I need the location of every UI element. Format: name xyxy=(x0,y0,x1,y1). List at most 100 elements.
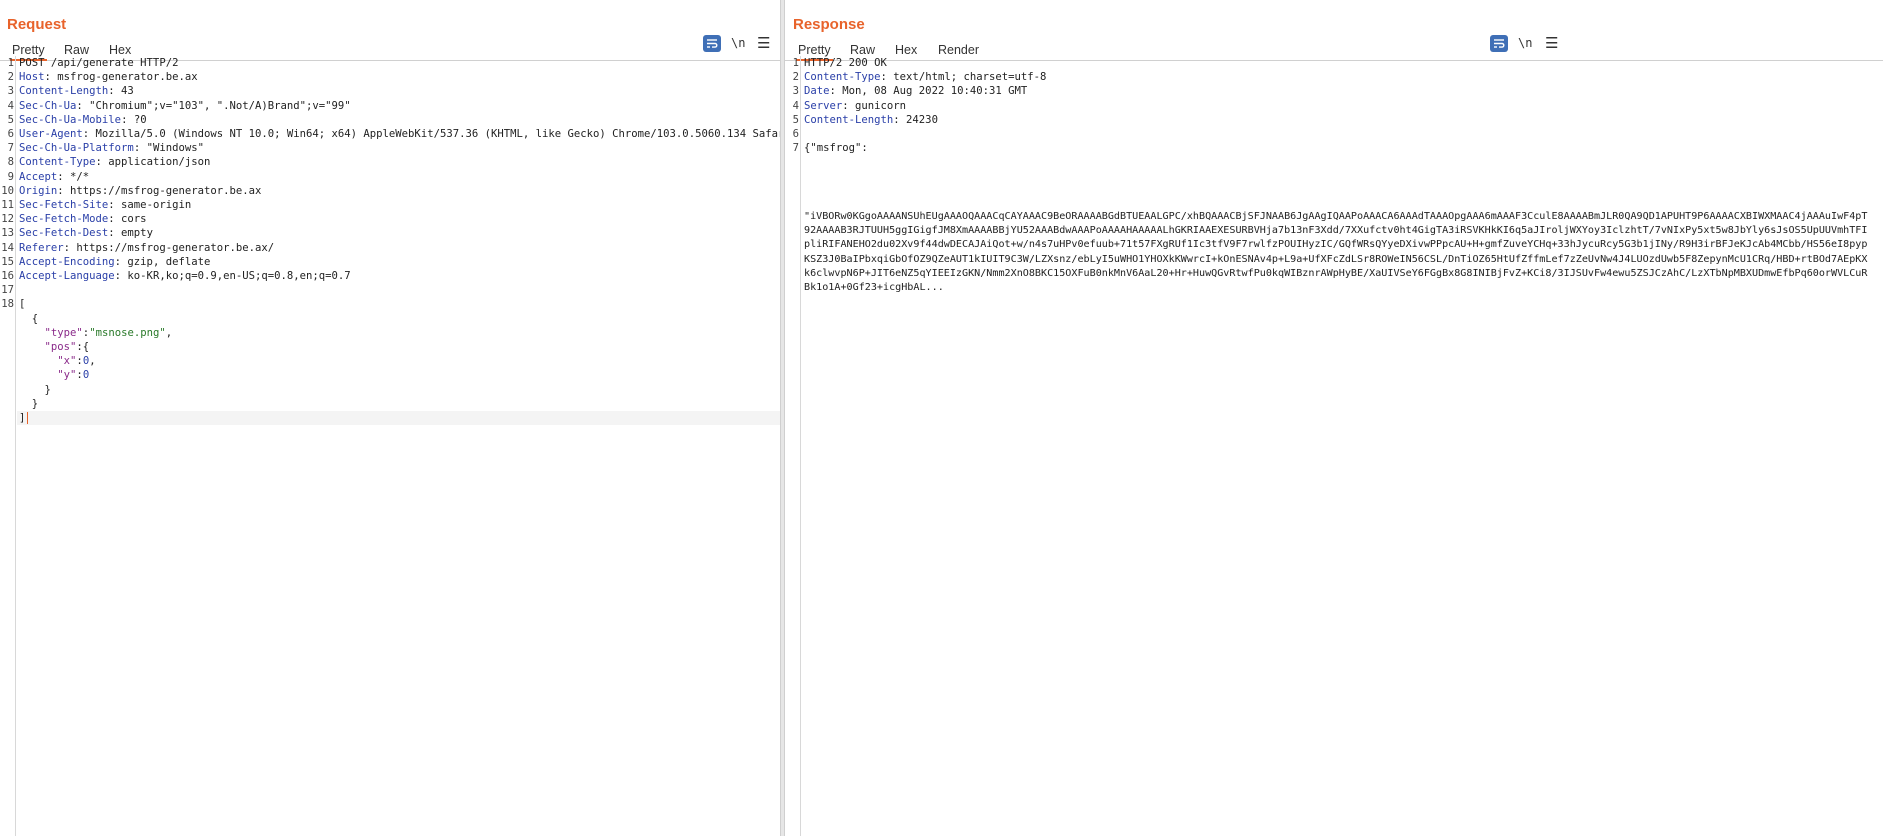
code-line: 8 Content-Type: application/json xyxy=(8,155,780,169)
header-name: Server xyxy=(804,99,843,112)
line-text: Content-Type: application/json xyxy=(19,155,210,169)
line-gutter xyxy=(785,56,801,836)
code-token: : Mozilla/5.0 (Windows NT 10.0; Win64; x… xyxy=(82,128,780,140)
line-number: 18 xyxy=(1,298,14,311)
line-text: "pos":{ xyxy=(19,340,90,354)
line-number: 1 xyxy=(7,57,14,69)
code-token: , xyxy=(165,326,173,339)
request-editor[interactable]: 1 POST /api/generate HTTP/2 2 Host: msfrog-… xyxy=(0,56,780,836)
line-text: "y":0 xyxy=(19,368,89,382)
response-editor[interactable]: 1 HTTP/2 200 OK 2 Content-Type: text/html; … xyxy=(785,56,1883,836)
line-number: 10 xyxy=(1,184,14,197)
line-number: 5 xyxy=(792,113,799,126)
code-line: { xyxy=(17,312,780,326)
code-line: 5 Content-Length: 24230 xyxy=(793,113,1883,127)
line-text: Date: Mon, 08 Aug 2022 10:40:31 GMT xyxy=(804,84,1027,98)
line-number: 4 xyxy=(7,99,14,112)
line-text: User-Agent: Mozilla/5.0 (Windows NT 10.0… xyxy=(19,127,780,141)
line-text: Sec-Fetch-Dest: empty xyxy=(19,226,153,240)
line-number: 16 xyxy=(1,270,14,282)
code-line: 7 Sec-Ch-Ua-Platform: "Windows" xyxy=(8,141,780,155)
code-line: 6 xyxy=(793,127,1883,141)
code-line: 2 Host: msfrog-generator.be.ax xyxy=(8,70,780,84)
code-line: 6 User-Agent: Mozilla/5.0 (Windows NT 10.… xyxy=(8,127,780,141)
line-number: 14 xyxy=(1,241,14,254)
code-line: 2 Content-Type: text/html; charset=utf-8 xyxy=(793,70,1883,84)
code-token: : https://msfrog-generator.be.ax/ xyxy=(63,241,275,254)
code-token: : 24230 xyxy=(893,113,938,126)
header-name: Sec-Ch-Ua xyxy=(19,99,77,112)
code-token: {"msfrog": xyxy=(804,142,868,155)
line-text: Accept: */* xyxy=(19,170,89,184)
line-text: Sec-Fetch-Mode: cors xyxy=(19,212,147,226)
line-text: Sec-Ch-Ua-Mobile: ?0 xyxy=(19,113,147,127)
code-line: 13 Sec-Fetch-Dest: empty xyxy=(1,226,780,240)
header-name: Sec-Fetch-Dest xyxy=(19,227,109,240)
code-token: "pos" xyxy=(44,341,77,353)
code-token: : Mon, 08 Aug 2022 10:40:31 GMT xyxy=(829,85,1028,98)
menu-icon[interactable]: ☰ xyxy=(1545,35,1558,53)
line-text: Host: msfrog-generator.be.ax xyxy=(19,70,198,84)
line-text: [ xyxy=(19,297,25,311)
code-token: : empty xyxy=(108,227,153,240)
code-line: 18 [ xyxy=(1,297,780,311)
code-line: 7 {"msfrog": xyxy=(793,141,1883,155)
request-code[interactable]: 1 POST /api/generate HTTP/2 2 Host: msfrog-… xyxy=(1,56,780,836)
line-number: 3 xyxy=(7,85,14,98)
line-number: 6 xyxy=(7,128,14,140)
response-code[interactable]: 1 HTTP/2 200 OK 2 Content-Type: text/html; … xyxy=(793,56,1883,836)
code-line: 9 Accept: */* xyxy=(8,170,780,184)
code-line: 14 Referer: https://msfrog-generator.be.a… xyxy=(1,241,780,255)
code-token: : msfrog-generator.be.ax xyxy=(44,71,198,84)
code-token: "y" xyxy=(57,369,77,382)
line-text: Accept-Language: ko-KR,ko;q=0.9,en-US;q=… xyxy=(19,269,351,283)
line-text: Sec-Ch-Ua: "Chromium";v="103", ".Not/A)B… xyxy=(19,99,351,113)
header-name: Accept-Language xyxy=(19,270,115,282)
header-name: Content-Type xyxy=(19,156,96,169)
menu-icon[interactable]: ☰ xyxy=(757,35,770,53)
code-token: : cors xyxy=(108,213,147,226)
code-line: "type":"msnose.png", xyxy=(17,326,780,340)
line-number: 13 xyxy=(1,227,14,240)
code-token: } xyxy=(19,397,39,410)
response-body-base64: "iVBORw0KGgoAAAANSUhEUgAAAOQAAACqCAYAAAC… xyxy=(804,211,1868,294)
line-number: 9 xyxy=(7,170,14,183)
line-text: } xyxy=(19,383,51,397)
line-number: 4 xyxy=(792,99,799,112)
code-token: ] xyxy=(19,412,26,424)
code-line: 15 Accept-Encoding: gzip, deflate xyxy=(1,255,780,269)
line-number: 15 xyxy=(1,255,14,268)
wrap-lines-icon[interactable] xyxy=(1490,35,1508,52)
text-cursor xyxy=(27,412,28,424)
line-text: "type":"msnose.png", xyxy=(19,326,173,340)
header-name: Sec-Ch-Ua-Platform xyxy=(19,142,134,155)
header-name: User-Agent xyxy=(19,128,83,140)
line-text: Sec-Ch-Ua-Platform: "Windows" xyxy=(19,141,204,155)
code-token: : 43 xyxy=(108,85,134,98)
header-name: Accept xyxy=(19,170,58,183)
newline-toggle-icon[interactable]: \n xyxy=(1518,35,1532,53)
code-line: "pos":{ xyxy=(17,340,780,354)
line-text: Origin: https://msfrog-generator.be.ax xyxy=(19,184,261,198)
request-title: Request xyxy=(7,16,67,33)
line-text: } xyxy=(19,397,38,411)
code-token: : "Chromium";v="103", ".Not/A)Brand";v="… xyxy=(76,99,351,112)
header-name: Content-Length xyxy=(19,85,109,98)
code-token: : */* xyxy=(57,170,90,183)
code-line: 10 Origin: https://msfrog-generator.be.ax xyxy=(1,184,780,198)
line-text: Server: gunicorn xyxy=(804,99,906,113)
code-line: 4 Server: gunicorn xyxy=(793,99,1883,113)
code-line: } xyxy=(17,397,780,411)
code-token: : https://msfrog-generator.be.ax xyxy=(57,184,262,197)
code-line: 3 Content-Length: 43 xyxy=(8,84,780,98)
newline-toggle-icon[interactable]: \n xyxy=(731,35,745,53)
wrap-lines-icon[interactable] xyxy=(703,35,721,52)
code-token: : gzip, deflate xyxy=(114,255,211,268)
line-text: { xyxy=(19,312,38,326)
code-line: 11 Sec-Fetch-Site: same-origin xyxy=(1,198,780,212)
line-number: 7 xyxy=(7,142,14,155)
line-text: HTTP/2 200 OK xyxy=(804,56,887,70)
